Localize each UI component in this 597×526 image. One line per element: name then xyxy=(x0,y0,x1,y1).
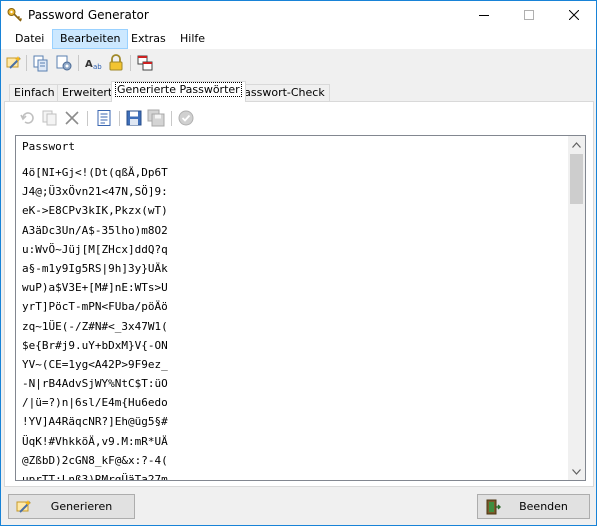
document-icon[interactable] xyxy=(95,109,113,127)
list-item[interactable]: u:WvÖ~Jüj[M[ZHcx]ddQ?q xyxy=(22,240,168,259)
generate-button-label: Generieren xyxy=(50,500,113,513)
list-item[interactable]: !YV]A4RäqcNR?]Eh@üg5§# xyxy=(22,412,168,431)
close-button[interactable] xyxy=(551,1,596,29)
menu-datei[interactable]: Datei xyxy=(8,29,51,49)
list-item[interactable]: @ZßbD)2cGN8_kF@&x:?-4( xyxy=(22,451,168,470)
list-toolbar xyxy=(15,109,585,129)
scroll-thumb[interactable] xyxy=(570,154,583,204)
toolbar-separator xyxy=(26,55,27,71)
list-item[interactable]: /|ü=?)n|6sl/E4m{Hu6edo xyxy=(22,393,168,412)
menu-bar: Datei Bearbeiten Extras Hilfe xyxy=(1,29,596,49)
tab-panel: Passwort 4ö[NI+Gj<!(Dt(qßÄ,Dp6T J4@;Ü3xÖv… xyxy=(4,101,594,487)
tab-einfach[interactable]: Einfach xyxy=(9,84,60,102)
tab-passwort-check[interactable]: Passwort-Check xyxy=(233,84,330,102)
list-item[interactable]: eK->E8CPv3kIK,Pkzx(wT) xyxy=(22,201,168,220)
list-item[interactable]: a§-m1y9Ig5RS|9h]3y}UÄk xyxy=(22,259,168,278)
lock-icon[interactable] xyxy=(107,54,125,72)
undo-icon[interactable] xyxy=(19,109,37,127)
scroll-down-button[interactable] xyxy=(568,463,585,480)
exit-button-label: Beenden xyxy=(519,500,568,513)
save-icon[interactable] xyxy=(125,109,143,127)
save-all-icon[interactable] xyxy=(147,109,165,127)
menu-hilfe[interactable]: Hilfe xyxy=(173,29,212,49)
exit-button[interactable]: Beenden xyxy=(477,494,590,519)
list-item[interactable]: 4ö[NI+Gj<!(Dt(qßÄ,Dp6T xyxy=(22,163,168,182)
menu-bearbeiten[interactable]: Bearbeiten xyxy=(52,29,129,49)
list-item[interactable]: wuP)a$V3E+[M#]nE:WTs>U xyxy=(22,278,168,297)
scroll-up-button[interactable] xyxy=(568,136,585,153)
vertical-scrollbar[interactable] xyxy=(568,136,585,480)
password-rows: 4ö[NI+Gj<!(Dt(qßÄ,Dp6T J4@;Ü3xÖvn21<47N,S… xyxy=(22,163,168,480)
menu-extras[interactable]: Extras xyxy=(124,29,173,49)
minimize-icon xyxy=(478,15,489,16)
tab-erweitert[interactable]: Erweitert xyxy=(57,84,118,102)
svg-text:ab: ab xyxy=(93,63,102,71)
app-window: Password Generator Datei Bearbeiten Extr… xyxy=(0,0,597,526)
list-item[interactable]: YV~(CE=1yg<A42P>9F9ez_ xyxy=(22,355,168,374)
toolbar-separator xyxy=(87,111,88,126)
main-toolbar: A ab xyxy=(1,50,596,76)
windows-icon[interactable] xyxy=(136,54,154,72)
toolbar-separator xyxy=(130,55,131,71)
password-list[interactable]: Passwort 4ö[NI+Gj<!(Dt(qßÄ,Dp6T J4@;Ü3xÖv… xyxy=(15,135,586,481)
svg-text:A: A xyxy=(85,59,93,70)
minimize-button[interactable] xyxy=(461,1,506,29)
chevron-down-icon xyxy=(572,468,581,475)
tab-generierte-passwoerter[interactable]: Generierte Passwörter xyxy=(111,81,246,102)
key-icon xyxy=(7,8,23,22)
wand-icon[interactable] xyxy=(5,54,23,72)
list-item[interactable]: yrT]PöcT-mPN<FUba/pöÄö xyxy=(22,297,168,316)
check-icon[interactable] xyxy=(177,109,195,127)
maximize-icon xyxy=(523,10,534,20)
settings-doc-icon[interactable] xyxy=(55,54,73,72)
title-bar[interactable]: Password Generator xyxy=(1,1,596,29)
chevron-up-icon xyxy=(572,141,581,148)
toolbar-separator xyxy=(171,111,172,126)
window-title: Password Generator xyxy=(28,8,149,22)
generate-button[interactable]: Generieren xyxy=(8,494,135,519)
list-header: Passwort xyxy=(22,140,75,153)
list-item[interactable]: J4@;Ü3xÖvn21<47N,SÖ]9: xyxy=(22,182,168,201)
copy-icon[interactable] xyxy=(41,109,59,127)
list-item[interactable]: -N|rB4AdvSjWY%NtC$T:üO xyxy=(22,374,168,393)
maximize-button[interactable] xyxy=(506,1,551,29)
toolbar-separator xyxy=(119,111,120,126)
list-item[interactable]: $e{Br#j9.uY+bDxM}V{-ON xyxy=(22,336,168,355)
list-item[interactable]: zq~1ÜE(-/Z#N#<_3x47W1( xyxy=(22,317,168,336)
tab-strip: Einfach Erweitert Generierte Passwörter … xyxy=(1,81,596,102)
toolbar-separator xyxy=(78,55,79,71)
list-item[interactable]: ÜqK!#VhkköÄ,v9.M:mR*UÄ xyxy=(22,432,168,451)
delete-icon[interactable] xyxy=(63,109,81,127)
list-item[interactable]: A3äDc3Un/A$-35lho)m8O2 xyxy=(22,221,168,240)
close-icon xyxy=(568,10,579,20)
list-item[interactable]: uprTT;Lnß3)RMrqÜäTa27m xyxy=(22,470,168,480)
font-icon[interactable]: A ab xyxy=(84,54,102,72)
copy-doc-icon[interactable] xyxy=(32,54,50,72)
